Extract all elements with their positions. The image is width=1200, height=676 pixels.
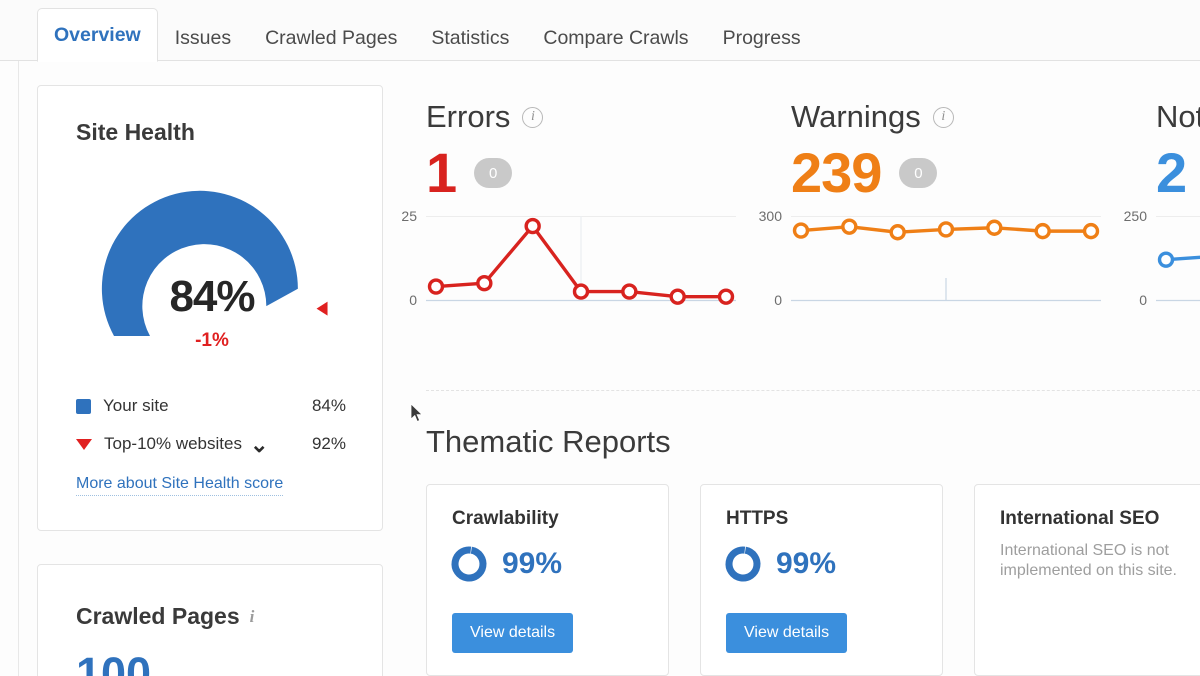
- data-point: [843, 220, 856, 233]
- data-point: [478, 277, 491, 290]
- data-point: [988, 221, 1001, 234]
- thematic-card-description: International SEO is not implemented on …: [1000, 541, 1195, 582]
- sparkline-chart: 250: [426, 216, 756, 326]
- tab-label: Statistics: [431, 27, 509, 50]
- gauge-value-arc: [102, 191, 298, 336]
- legend-value: 92%: [312, 434, 346, 454]
- tab-overview[interactable]: Overview: [37, 8, 158, 62]
- data-point: [1036, 225, 1049, 238]
- stat-badge: 0: [899, 158, 937, 188]
- tab-compare-crawls[interactable]: Compare Crawls: [526, 15, 705, 61]
- site-health-card: Site Health 84% -1% Your site 84% Top-10% …: [37, 85, 383, 531]
- tab-label: Issues: [175, 27, 231, 50]
- crawled-pages-title: Crawled Pages i: [76, 603, 254, 630]
- mouse-cursor: [411, 404, 425, 424]
- legend-label: Your site: [103, 396, 169, 416]
- data-point: [940, 223, 953, 236]
- gauge-svg: [76, 184, 348, 350]
- legend-label: Top-10% websites: [104, 434, 242, 454]
- thematic-card-crawlability[interactable]: Crawlability 99% View details: [426, 484, 669, 676]
- sparkline-chart: 3000: [791, 216, 1121, 326]
- info-icon[interactable]: i: [933, 107, 954, 128]
- data-point: [623, 285, 636, 298]
- chevron-down-icon[interactable]: ⌄: [250, 439, 268, 450]
- stat-value: 1: [426, 145, 456, 201]
- stat-name: Warnings: [791, 99, 921, 135]
- tab-label: Overview: [54, 24, 141, 47]
- axis-tick-top: 250: [1124, 208, 1156, 224]
- tab-label: Crawled Pages: [265, 27, 397, 50]
- stat-widget-errors: Errorsi10250: [426, 96, 756, 326]
- thematic-card-title: Crawlability: [452, 508, 559, 530]
- stat-header: Errorsi: [426, 96, 756, 138]
- view-details-button[interactable]: View details: [726, 613, 847, 653]
- data-point: [526, 220, 539, 233]
- view-details-button[interactable]: View details: [452, 613, 573, 653]
- axis-tick-top: 300: [759, 208, 791, 224]
- more-about-site-health-link[interactable]: More about Site Health score: [76, 475, 283, 496]
- stat-widget-warnings: Warnings i 239 0 3000: [791, 96, 1121, 326]
- thematic-card-title: International SEO: [1000, 508, 1159, 530]
- stat-widget-notices: Noticesi20 2500: [1156, 96, 1200, 326]
- tab-label: Compare Crawls: [543, 27, 688, 50]
- tab-statistics[interactable]: Statistics: [414, 15, 526, 61]
- thematic-card-score: 99%: [450, 545, 562, 583]
- tab-list: Overview Issues Crawled Pages Statistics Com…: [37, 8, 818, 61]
- page-left-rule: [18, 61, 19, 676]
- axis-tick-bottom: 0: [1139, 292, 1156, 308]
- stat-value: 239: [791, 145, 881, 201]
- data-point: [1160, 253, 1173, 266]
- stat-header: Warnings i: [791, 96, 1121, 138]
- section-divider: [426, 390, 1200, 391]
- thematic-card-international-seo[interactable]: International SEO International SEO is no…: [974, 484, 1200, 676]
- thematic-card-percent: 99%: [502, 549, 562, 579]
- sparkline-chart: 2500: [1156, 216, 1200, 326]
- thematic-card-percent: 99%: [776, 549, 836, 579]
- legend-row[interactable]: Top-10% websites ⌄ 92%: [76, 430, 346, 458]
- data-point: [430, 280, 443, 293]
- legend-square-icon: [76, 399, 91, 414]
- crawled-pages-number: 100: [76, 651, 151, 676]
- data-point: [575, 285, 588, 298]
- audit-overview-page: Overview Issues Crawled Pages Statistics Com…: [0, 0, 1200, 676]
- tab-crawled-pages[interactable]: Crawled Pages: [248, 15, 414, 61]
- axis-tick-bottom: 0: [774, 292, 791, 308]
- tab-issues[interactable]: Issues: [158, 15, 248, 61]
- stat-value-row: 10: [426, 142, 756, 204]
- tab-bar: Overview Issues Crawled Pages Statistics Com…: [0, 0, 1200, 61]
- axis-tick-bottom: 0: [409, 292, 426, 308]
- data-point: [795, 224, 808, 237]
- thematic-reports-title: Thematic Reports: [426, 424, 671, 460]
- data-point: [720, 290, 733, 303]
- legend-row: Your site 84%: [76, 392, 346, 420]
- stat-value-row: 239 0: [791, 142, 1121, 204]
- crawled-pages-card: Crawled Pages i 100: [37, 564, 383, 676]
- donut-progress-icon: [450, 545, 488, 583]
- data-point: [891, 226, 904, 239]
- tab-progress[interactable]: Progress: [706, 15, 818, 61]
- site-health-legend: Your site 84% Top-10% websites ⌄ 92%: [76, 392, 346, 468]
- stat-badge: 0: [474, 158, 512, 188]
- crawled-pages-title-text: Crawled Pages: [76, 603, 240, 630]
- stat-value: 2: [1156, 145, 1186, 201]
- stat-header: Noticesi: [1156, 96, 1200, 138]
- benchmark-marker-icon: [317, 302, 328, 316]
- tab-label: Progress: [723, 27, 801, 50]
- stat-value-row: 20: [1156, 142, 1200, 204]
- data-point: [671, 290, 684, 303]
- data-point: [1085, 225, 1098, 238]
- thematic-card-https[interactable]: HTTPS 99% View details: [700, 484, 943, 676]
- stat-name: Notices: [1156, 99, 1200, 135]
- legend-triangle-icon: [76, 439, 92, 450]
- thematic-card-score: 99%: [724, 545, 836, 583]
- info-icon[interactable]: i: [522, 107, 543, 128]
- site-health-gauge: 84% -1%: [76, 184, 348, 350]
- axis-tick-top: 25: [401, 208, 426, 224]
- thematic-card-title: HTTPS: [726, 508, 788, 530]
- info-icon[interactable]: i: [250, 607, 255, 627]
- site-health-title: Site Health: [76, 119, 195, 146]
- legend-value: 84%: [312, 396, 346, 416]
- stat-name: Errors: [426, 99, 510, 135]
- donut-progress-icon: [724, 545, 762, 583]
